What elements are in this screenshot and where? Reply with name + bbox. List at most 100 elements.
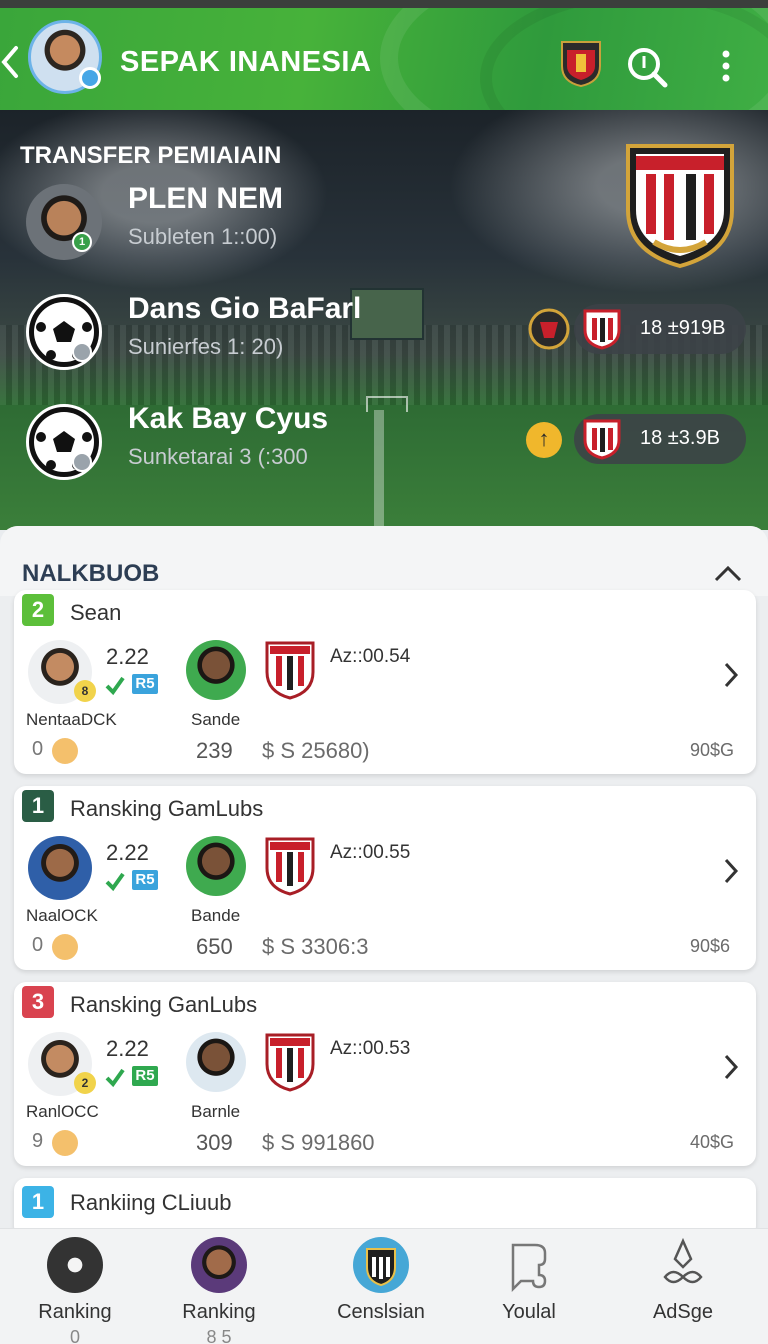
search-icon[interactable]: [626, 46, 668, 88]
card-code: 90$6: [690, 936, 731, 956]
app-title: SEPAK INANESIA: [120, 46, 372, 78]
player-avatar: 2: [28, 1032, 96, 1096]
card-points: 309: [196, 1130, 233, 1155]
club-crest-icon: [265, 641, 315, 700]
opponent-avatar: [186, 640, 246, 700]
transfer-hero: TRANSFER PEMIAIAIN 1 PLEN NEM Subleten 1…: [0, 110, 768, 530]
nav-item-ranking-2[interactable]: Ranking 8 5: [144, 1229, 294, 1344]
player-avatar-icon: [47, 1237, 103, 1293]
rank-badge: 3: [22, 986, 54, 1018]
back-button[interactable]: [0, 42, 22, 82]
ranking-card[interactable]: 1 Ransking GamLubs 2.22 R5 NaalOCK Bande…: [14, 786, 756, 970]
transfer-value: 18 ±3.9B: [640, 427, 720, 449]
opponent-name: Barnle: [191, 1102, 241, 1121]
opponent-avatar: [186, 1032, 246, 1092]
nav-label: Youlal: [502, 1301, 556, 1323]
transfer-row[interactable]: Kak Bay Cyus Sunketarai 3 (:300 ↑ 18 ±3.…: [0, 400, 768, 490]
transfer-player-name: Dans Gio BaFarl: [128, 292, 362, 325]
card-points: 239: [196, 738, 233, 763]
nav-label: Censlsian: [337, 1301, 425, 1323]
section-title: NALKBUOB: [22, 560, 160, 587]
chevron-right-icon[interactable]: [722, 1052, 740, 1082]
transfer-value: 18 ±919B: [640, 317, 726, 339]
rank-badge: 1: [22, 790, 54, 822]
club-crest-icon: [353, 1237, 409, 1293]
opponent-name: Bande: [191, 906, 241, 925]
nav-item-adsge[interactable]: AdSge: [608, 1229, 758, 1344]
transfer-value-pill[interactable]: 18 ±919B: [574, 304, 746, 354]
transfer-detail: Sunierfes 1: 20): [128, 334, 284, 359]
nav-sub: 0: [69, 1327, 80, 1344]
card-title: Ransking GanLubs: [70, 992, 258, 1017]
transfer-detail: Subleten 1::00): [128, 224, 278, 249]
rank-badge: 1: [22, 1186, 54, 1218]
card-amount: $ S 25680): [262, 738, 370, 763]
check-icon: [105, 1068, 125, 1088]
nav-item-censlsian[interactable]: Censlsian: [306, 1229, 456, 1344]
player-score: 2.22: [106, 840, 149, 865]
club-crest-icon: [265, 837, 315, 896]
coin-icon: [52, 1130, 78, 1156]
bottom-navigation: Ranking 0 Ranking 8 5 Censlsian Youlal A…: [0, 1228, 768, 1344]
nav-label: Ranking: [38, 1301, 112, 1323]
club-crest-icon: [528, 308, 570, 350]
player-rank-mini: 8: [74, 680, 96, 702]
nav-item-ranking[interactable]: Ranking 0: [0, 1229, 150, 1344]
player-name: NaalOCK: [26, 906, 98, 925]
transfer-value-pill[interactable]: 18 ±3.9B: [574, 414, 746, 464]
profile-avatar[interactable]: [28, 20, 102, 94]
nav-item-youlal[interactable]: Youlal: [454, 1229, 604, 1344]
rank-badge: 2: [22, 594, 54, 626]
app-header: SEPAK INANESIA: [0, 0, 768, 110]
football-avatar: [26, 294, 102, 370]
card-amount: $ S 991860: [262, 1130, 375, 1155]
player-rank-mini: 2: [74, 1072, 96, 1094]
nav-label: Ranking: [182, 1301, 256, 1323]
arrow-up-icon: ↑: [526, 422, 562, 458]
match-time: Az::00.55: [330, 842, 411, 863]
transfer-row[interactable]: 1 PLEN NEM Subleten 1::00): [0, 180, 768, 270]
opponent-name: Sande: [191, 710, 241, 729]
card-count: 9: [32, 1130, 44, 1152]
section-header: NALKBUOB: [0, 526, 768, 596]
match-time: Az::00.53: [330, 1038, 411, 1059]
transfer-detail: Sunketarai 3 (:300: [128, 444, 308, 469]
player-avatar: [28, 836, 92, 900]
player-avatar-icon: [191, 1237, 247, 1293]
player-flag: R5: [132, 1066, 158, 1086]
player-badge: 1: [72, 232, 92, 252]
player-badge: [72, 342, 92, 362]
card-title: Ransking GamLubs: [70, 796, 264, 821]
coin-icon: [52, 934, 78, 960]
verified-icon: [79, 67, 101, 89]
transfer-section-title: TRANSFER PEMIAIAIN: [20, 142, 282, 169]
club-crest-icon: [583, 309, 621, 350]
club-crest-icon: [366, 1248, 396, 1287]
chevron-left-icon: [1, 46, 18, 78]
ranking-sheet: NALKBUOB 2 Sean 8 2.22 R5 NentaaDCK Sand…: [0, 526, 768, 1246]
chevron-up-icon[interactable]: [712, 562, 744, 586]
ranking-card[interactable]: 2 Sean 8 2.22 R5 NentaaDCK Sande Az::00.…: [14, 590, 756, 774]
ranking-card[interactable]: 3 Ransking GanLubs 2 2.22 R5 RanlOCC Bar…: [14, 982, 756, 1166]
check-icon: [105, 676, 125, 696]
chevron-right-icon[interactable]: [722, 660, 740, 690]
club-crest-icon: [265, 1033, 315, 1092]
coin-icon: [52, 738, 78, 764]
player-avatar: [26, 184, 102, 260]
player-avatar: 8: [28, 640, 96, 704]
settings-link-icon: [663, 1237, 703, 1284]
transfer-player-name: Kak Bay Cyus: [128, 402, 329, 435]
nav-label: AdSge: [652, 1301, 714, 1323]
transfer-row[interactable]: Dans Gio BaFarl Sunierfes 1: 20) 18 ±919…: [0, 290, 768, 380]
card-count: 0: [32, 738, 44, 760]
player-badge: [72, 452, 92, 472]
card-amount: $ S 3306:3: [262, 934, 369, 959]
card-title: Sean: [70, 600, 122, 625]
club-crest-icon: [583, 419, 621, 460]
chevron-right-icon[interactable]: [722, 856, 740, 886]
more-vertical-icon[interactable]: [716, 48, 736, 84]
club-crest-icon[interactable]: [558, 38, 604, 88]
player-flag: R5: [132, 870, 158, 890]
bookmark-icon: [511, 1243, 547, 1293]
player-flag: R5: [132, 674, 158, 694]
